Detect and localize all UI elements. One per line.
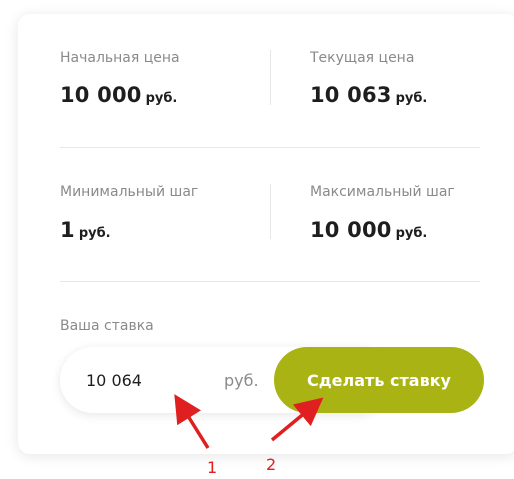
annotation-label-1: 1 <box>207 458 218 477</box>
arrow-1-icon <box>174 394 210 449</box>
annotation-arrows <box>174 394 324 449</box>
annotation-label-2: 2 <box>266 455 277 474</box>
arrow-2-icon <box>270 397 324 442</box>
page: Начальная цена 10 000 руб. Текущая цена 1… <box>0 0 514 479</box>
